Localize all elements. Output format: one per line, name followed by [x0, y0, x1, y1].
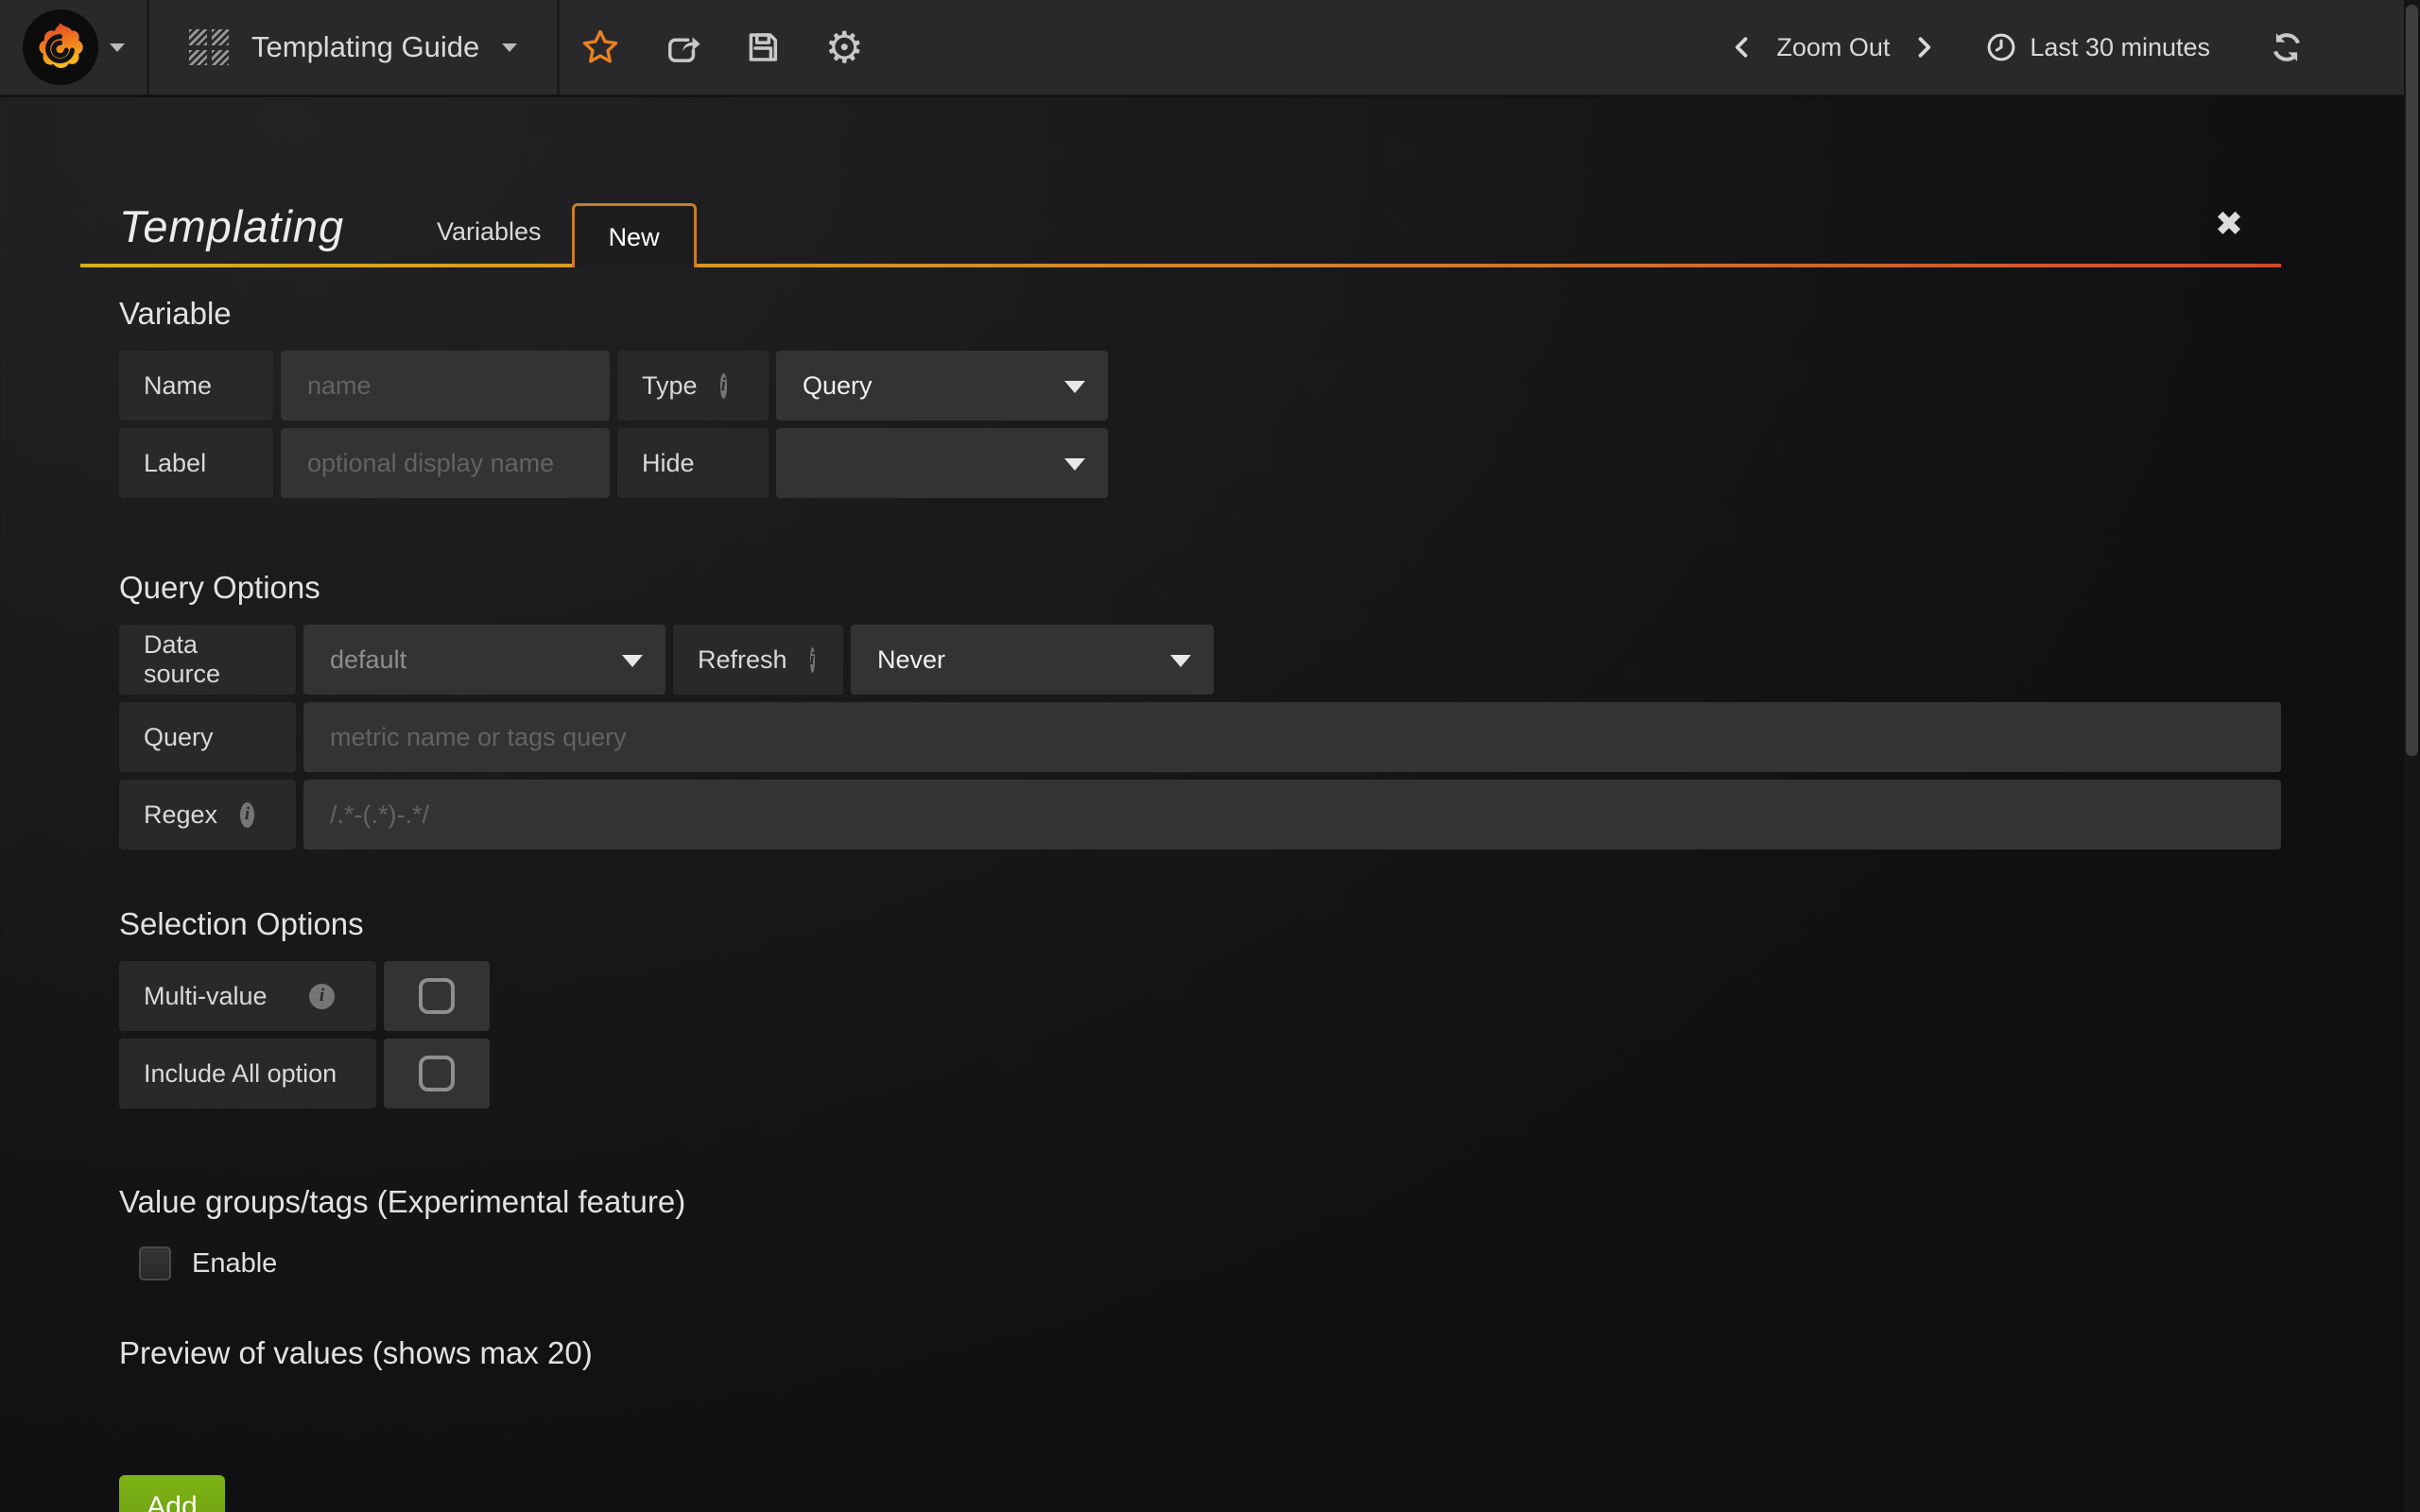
multi-value-checkbox[interactable] — [419, 978, 455, 1014]
include-all-label: Include All option — [119, 1039, 376, 1108]
datasource-select-value: default — [330, 645, 406, 675]
dashboard-title-dropdown[interactable]: Templating Guide — [149, 0, 560, 94]
label-field-wrap — [281, 428, 610, 498]
templating-editor: Variable Name Type i Query Label Hide Qu… — [0, 294, 2420, 1512]
navbar-actions: ⚙ — [560, 0, 885, 94]
dashboard-title: Templating Guide — [251, 30, 479, 64]
enable-label: Enable — [192, 1248, 277, 1280]
refresh-icon — [2269, 29, 2305, 65]
type-select[interactable]: Query — [776, 351, 1108, 421]
grafana-logo-icon — [23, 9, 98, 85]
selection-options-heading: Selection Options — [119, 904, 2281, 944]
refresh-label-text: Refresh — [698, 645, 787, 675]
refresh-button[interactable] — [2269, 29, 2305, 65]
refresh-label: Refresh i — [673, 625, 843, 695]
chevron-down-icon — [622, 655, 643, 667]
preview-heading: Preview of values (shows max 20) — [119, 1333, 2281, 1373]
top-navbar: Templating Guide ⚙ Zoom Out — [0, 0, 2420, 97]
multi-value-checkbox-cell[interactable] — [384, 961, 490, 1031]
multi-value-label: Multi-value i — [119, 961, 376, 1031]
star-button[interactable] — [560, 0, 641, 94]
share-icon — [662, 27, 701, 67]
chevron-down-icon — [502, 43, 517, 52]
variable-row-1: Name Type i Query — [119, 351, 2281, 421]
hide-select[interactable] — [776, 428, 1108, 498]
dashboard-grid-icon — [189, 29, 229, 65]
hide-label: Hide — [617, 428, 769, 498]
include-all-checkbox[interactable] — [419, 1056, 455, 1091]
type-info-icon[interactable]: i — [720, 373, 727, 399]
chevron-left-icon — [1729, 31, 1755, 63]
gear-icon: ⚙ — [825, 26, 864, 69]
settings-button[interactable]: ⚙ — [804, 0, 885, 94]
chevron-down-icon — [1064, 381, 1085, 393]
type-select-value: Query — [803, 371, 873, 401]
multi-value-info-icon[interactable]: i — [309, 984, 335, 1009]
share-button[interactable] — [641, 0, 722, 94]
chevron-down-icon — [1170, 655, 1191, 667]
type-label-text: Type — [642, 371, 698, 401]
label-input[interactable] — [281, 428, 610, 498]
name-label: Name — [119, 351, 273, 421]
tab-bar: Variables New — [406, 202, 697, 267]
page-title: Templating — [119, 200, 344, 252]
name-input[interactable] — [281, 351, 610, 421]
regex-field-wrap — [303, 780, 2281, 850]
regex-input[interactable] — [303, 780, 2281, 850]
refresh-select-value: Never — [877, 645, 945, 675]
tab-new[interactable]: New — [572, 203, 697, 267]
name-field-wrap — [281, 351, 610, 421]
close-icon[interactable]: ✖ — [2215, 207, 2243, 241]
refresh-select[interactable]: Never — [851, 625, 1214, 695]
templating-header: Templating Variables New ✖ — [80, 184, 2281, 267]
datasource-select[interactable]: default — [303, 625, 666, 695]
query-input[interactable] — [303, 702, 2281, 772]
include-all-checkbox-cell[interactable] — [384, 1039, 490, 1108]
datasource-label: Data source — [119, 625, 296, 695]
regex-label: Regex i — [119, 780, 296, 850]
query-options-row-3: Regex i — [119, 780, 2281, 850]
query-label: Query — [119, 702, 296, 772]
enable-row: Enable — [119, 1246, 2281, 1280]
grafana-menu-button[interactable] — [0, 0, 149, 94]
query-options-row-2: Query — [119, 702, 2281, 772]
multi-value-label-text: Multi-value — [144, 982, 268, 1011]
query-options-row-1: Data source default Refresh i Never — [119, 625, 2281, 695]
query-field-wrap — [303, 702, 2281, 772]
zoom-out-button[interactable]: Zoom Out — [1763, 33, 1903, 62]
chevron-down-icon — [110, 43, 125, 52]
time-range-label: Last 30 minutes — [2030, 33, 2210, 62]
save-icon — [743, 27, 783, 67]
type-label: Type i — [617, 351, 769, 421]
time-shift-forward-button[interactable] — [1903, 19, 1945, 76]
value-groups-heading: Value groups/tags (Experimental feature) — [119, 1182, 2281, 1222]
variable-row-2: Label Hide — [119, 428, 2281, 498]
navbar-time-controls: Zoom Out Last 30 minutes — [1721, 0, 2420, 94]
variable-section-heading: Variable — [119, 294, 2281, 334]
time-shift-back-button[interactable] — [1721, 19, 1763, 76]
add-button[interactable]: Add — [119, 1475, 225, 1512]
scrollbar-thumb[interactable] — [2406, 5, 2418, 756]
refresh-info-icon[interactable]: i — [810, 647, 815, 673]
scrollbar-track[interactable] — [2404, 0, 2420, 1512]
clock-icon — [1984, 30, 2018, 64]
selection-options-row-1: Multi-value i — [119, 961, 2281, 1031]
chevron-down-icon — [1064, 458, 1085, 471]
regex-info-icon[interactable]: i — [240, 802, 254, 828]
chevron-right-icon — [1910, 31, 1937, 63]
star-icon — [580, 27, 620, 67]
label-label: Label — [119, 428, 273, 498]
time-range-picker[interactable]: Last 30 minutes — [1984, 30, 2210, 64]
selection-options-row-2: Include All option — [119, 1039, 2281, 1108]
query-options-heading: Query Options — [119, 568, 2281, 608]
save-button[interactable] — [722, 0, 804, 94]
enable-checkbox[interactable] — [139, 1246, 171, 1280]
tab-variables[interactable]: Variables — [406, 202, 572, 267]
regex-label-text: Regex — [144, 800, 217, 830]
